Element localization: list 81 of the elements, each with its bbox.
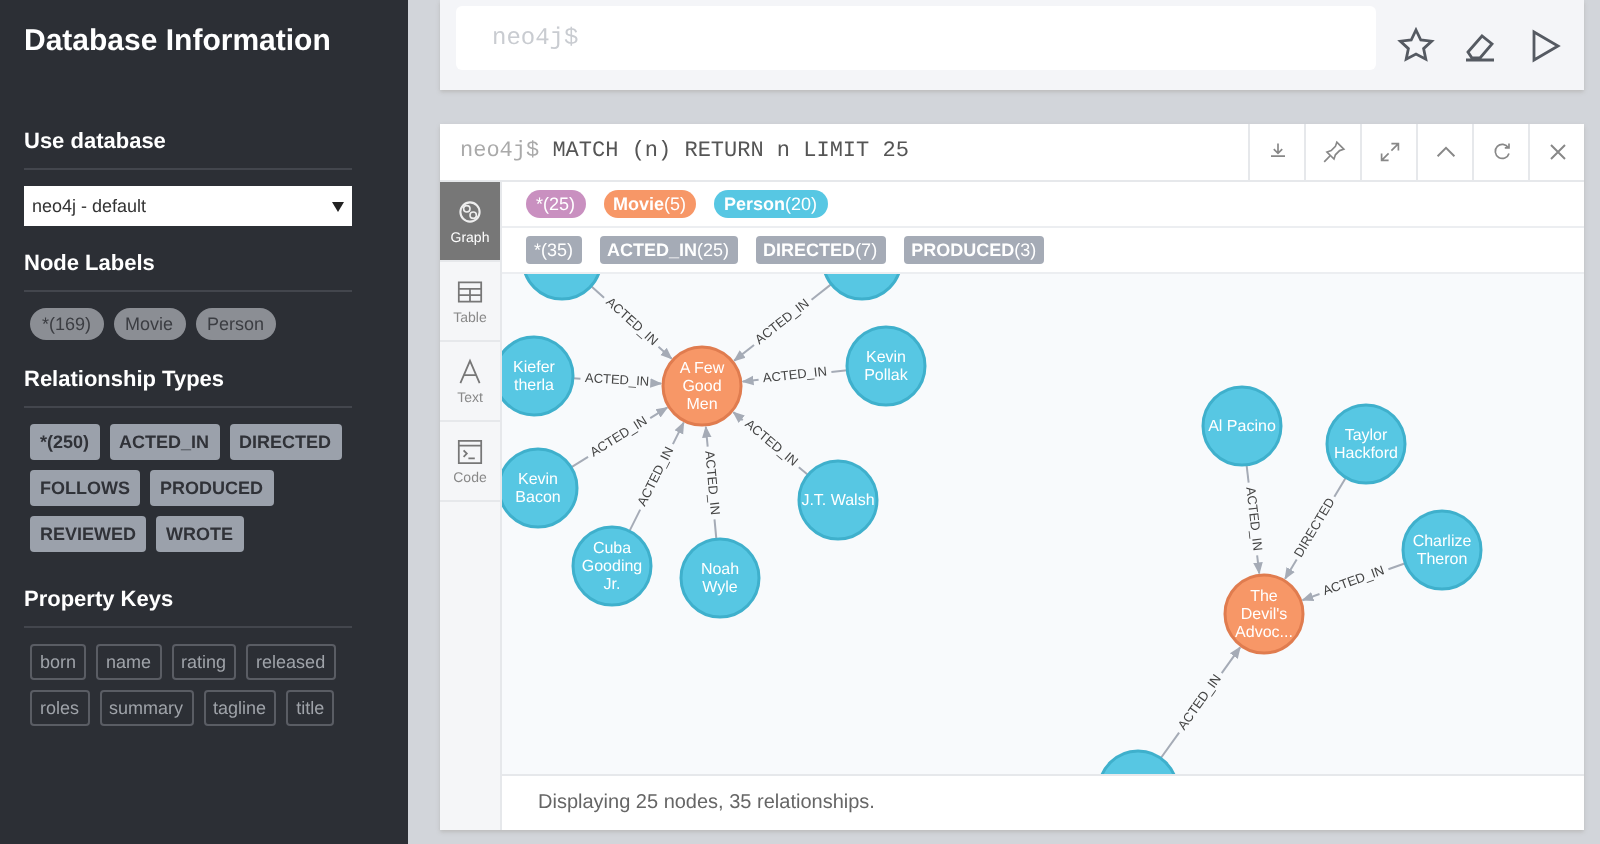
table-icon: [454, 276, 486, 308]
person-node[interactable]: Taylor Hackford: [1325, 403, 1407, 485]
person-node[interactable]: Noah Wyle: [679, 537, 761, 619]
code-icon: [454, 436, 486, 468]
person-node[interactable]: [521, 274, 603, 301]
relationship-arrow: [1253, 554, 1263, 575]
relationship-arrow: [741, 375, 760, 386]
relationship-type-tag[interactable]: FOLLOWS: [30, 470, 140, 506]
relationship-arrow: [650, 378, 663, 388]
relationship-type-tag[interactable]: ACTED_IN: [109, 424, 220, 460]
section-heading: Node Labels: [24, 252, 352, 292]
person-node[interactable]: Kevin Pollak: [845, 325, 927, 407]
node-label-tag[interactable]: Person: [195, 308, 277, 340]
section-heading: Relationship Types: [24, 368, 352, 408]
relationship-arrow: [657, 345, 673, 360]
node-label-badge[interactable]: Person(20): [714, 190, 828, 218]
relationship-arrow: [702, 425, 712, 448]
relationship-line: [1387, 562, 1407, 571]
relationship-line: [1159, 731, 1181, 760]
relationship-arrow: [1220, 646, 1242, 675]
property-key-tag[interactable]: tagline: [203, 690, 277, 726]
close-button[interactable]: [1528, 124, 1584, 180]
relationship-type-tag[interactable]: WROTE: [156, 516, 244, 552]
relationship-line: [628, 508, 642, 533]
property-key-tag[interactable]: born: [30, 644, 87, 680]
pin-button[interactable]: [1304, 124, 1360, 180]
relationship-arrow: [1301, 591, 1321, 602]
text-icon: [454, 356, 486, 388]
collapse-button[interactable]: [1416, 124, 1472, 180]
fullscreen-button[interactable]: [1360, 124, 1416, 180]
sidebar-title: Database Information: [24, 24, 333, 58]
star-icon: [1396, 25, 1436, 65]
relationship-type-badge[interactable]: ACTED_IN(25): [599, 236, 738, 264]
node-label-tag[interactable]: *(169): [30, 308, 104, 340]
pin-icon: [1319, 138, 1347, 166]
caret-icon: [332, 201, 344, 211]
relationship-line: [570, 455, 590, 469]
relationship-line: [1245, 463, 1250, 484]
relationship-type-tag[interactable]: DIRECTED: [229, 424, 342, 460]
section-heading: Use database: [24, 130, 352, 170]
property-key-tag[interactable]: roles: [30, 690, 90, 726]
relationship-line: [713, 518, 718, 541]
person-node[interactable]: Al Pacino: [1201, 385, 1283, 467]
section-heading: Property Keys: [24, 588, 352, 628]
status-text: Displaying 25 nodes, 35 relationships.: [502, 774, 1584, 830]
person-node[interactable]: Kiefer therla: [502, 335, 575, 417]
node-label-badge[interactable]: Movie(5): [603, 190, 697, 218]
query-text: neo4j$ MATCH (n) RETURN n LIMIT 25: [458, 140, 911, 164]
movie-node[interactable]: A Few Good Men: [661, 345, 743, 427]
database-select[interactable]: neo4j - default: [24, 186, 352, 226]
expand-icon: [1375, 138, 1403, 166]
person-node[interactable]: J.T. Walsh: [797, 459, 879, 541]
movie-node[interactable]: The Devil's Advoc...: [1223, 573, 1305, 655]
relationship-line: [810, 283, 833, 301]
relationship-arrow: [732, 411, 745, 423]
relationship-type-tag[interactable]: PRODUCED: [150, 470, 274, 506]
property-key-tag[interactable]: rating: [171, 644, 237, 680]
relationship-arrow: [1284, 558, 1298, 580]
property-key-tag[interactable]: title: [286, 690, 335, 726]
property-key-tag[interactable]: summary: [99, 690, 194, 726]
property-key-tag[interactable]: released: [246, 644, 336, 680]
node-label-badge[interactable]: *(25): [526, 190, 586, 218]
relationship-line: [830, 369, 849, 373]
relationship-type-badge[interactable]: *(35): [526, 236, 582, 264]
relationship-line: [1333, 476, 1347, 498]
property-key-tag[interactable]: name: [96, 644, 162, 680]
person-node[interactable]: Cuba Gooding Jr.: [571, 525, 653, 607]
person-node[interactable]: [821, 274, 903, 301]
relationship-line: [797, 466, 810, 476]
rerun-button[interactable]: [1472, 124, 1528, 180]
person-node[interactable]: [1097, 749, 1179, 774]
person-node[interactable]: Charlize Theron: [1401, 509, 1483, 591]
relationship-type-badge[interactable]: DIRECTED(7): [755, 236, 886, 264]
relationship-arrow: [733, 344, 756, 362]
relationship-type-tag[interactable]: REVIEWED: [30, 516, 147, 552]
graph-icon: [454, 196, 486, 228]
node-label-tag[interactable]: Movie: [113, 308, 186, 340]
person-node[interactable]: Kevin Bacon: [502, 447, 579, 529]
relationship-type-badge[interactable]: PRODUCED(3): [903, 236, 1045, 264]
export-button[interactable]: [1248, 124, 1304, 180]
relationship-type-tag[interactable]: *(250): [30, 424, 100, 460]
